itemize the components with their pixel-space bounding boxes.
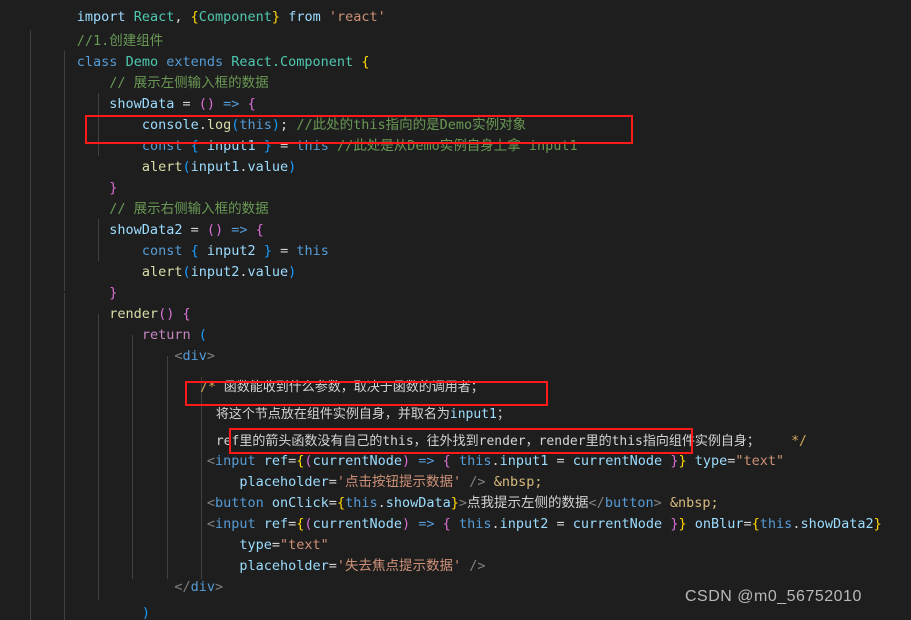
code-line-close-showdata2[interactable]: } bbox=[18, 262, 911, 301]
code-line-showdata2[interactable]: showData2 = () => { bbox=[18, 199, 911, 238]
code-line-showdata[interactable]: showData = () => { bbox=[18, 73, 911, 112]
code-line-input2-type[interactable]: type="text" bbox=[18, 514, 911, 553]
code-line-render[interactable]: render() { bbox=[18, 283, 911, 322]
code-line-return[interactable]: return ( bbox=[18, 304, 911, 343]
code-line-input2-ref[interactable]: <input ref={(currentNode) => { this.inpu… bbox=[18, 493, 911, 532]
code-line-alert2[interactable]: alert(input2.value) bbox=[18, 241, 911, 280]
code-line-input1-placeholder[interactable]: placeholder='点击按钮提示数据' /> &nbsp; bbox=[18, 451, 911, 490]
code-line-alert1[interactable]: alert(input1.value) bbox=[18, 136, 911, 175]
code-line-block-comment-3[interactable]: ref里的箭头函数没有自己的this，往外找到render，render里的th… bbox=[18, 410, 911, 449]
code-line-comment-create[interactable]: //1.创建组件 bbox=[18, 10, 911, 49]
watermark-csdn: CSDN @m0_56752010 bbox=[685, 588, 862, 605]
code-line-button[interactable]: <button onClick={this.showData}>点我提示左侧的数… bbox=[18, 472, 911, 511]
code-line-const-input2[interactable]: const { input2 } = this bbox=[18, 220, 911, 259]
code-line-block-comment-1[interactable]: /* 函数能收到什么参数，取决于函数的调用者； bbox=[18, 356, 911, 395]
code-line-close-showdata[interactable]: } bbox=[18, 157, 911, 196]
code-line-block-comment-2[interactable]: 将这个节点放在组件实例自身，并取名为input1； bbox=[18, 383, 911, 422]
code-line-comment-left[interactable]: // 展示左侧输入框的数据 bbox=[18, 52, 911, 91]
code-line-div-close[interactable]: </div> bbox=[18, 556, 911, 595]
code-line-const-input1[interactable]: const { input1 } = this //此处是从Demo实例自身上拿… bbox=[18, 115, 911, 154]
code-line[interactable]: import React, {Component} from 'react' bbox=[18, 0, 911, 25]
code-line-console-log[interactable]: console.log(this); //此处的this指向的是Demo实例对象 bbox=[18, 94, 911, 133]
code-editor[interactable]: import React, {Component} from 'react' /… bbox=[0, 0, 911, 620]
code-line-class-decl[interactable]: class Demo extends React.Component { bbox=[18, 31, 911, 70]
code-line-comment-right[interactable]: // 展示右侧输入框的数据 bbox=[18, 178, 911, 217]
code-lines: import React, {Component} from 'react' /… bbox=[0, 0, 911, 620]
code-line-input1-ref[interactable]: <input ref={(currentNode) => { this.inpu… bbox=[18, 430, 911, 469]
code-line-input2-placeholder[interactable]: placeholder='失去焦点提示数据' /> bbox=[18, 535, 911, 574]
code-line-div-open[interactable]: <div> bbox=[18, 325, 911, 364]
